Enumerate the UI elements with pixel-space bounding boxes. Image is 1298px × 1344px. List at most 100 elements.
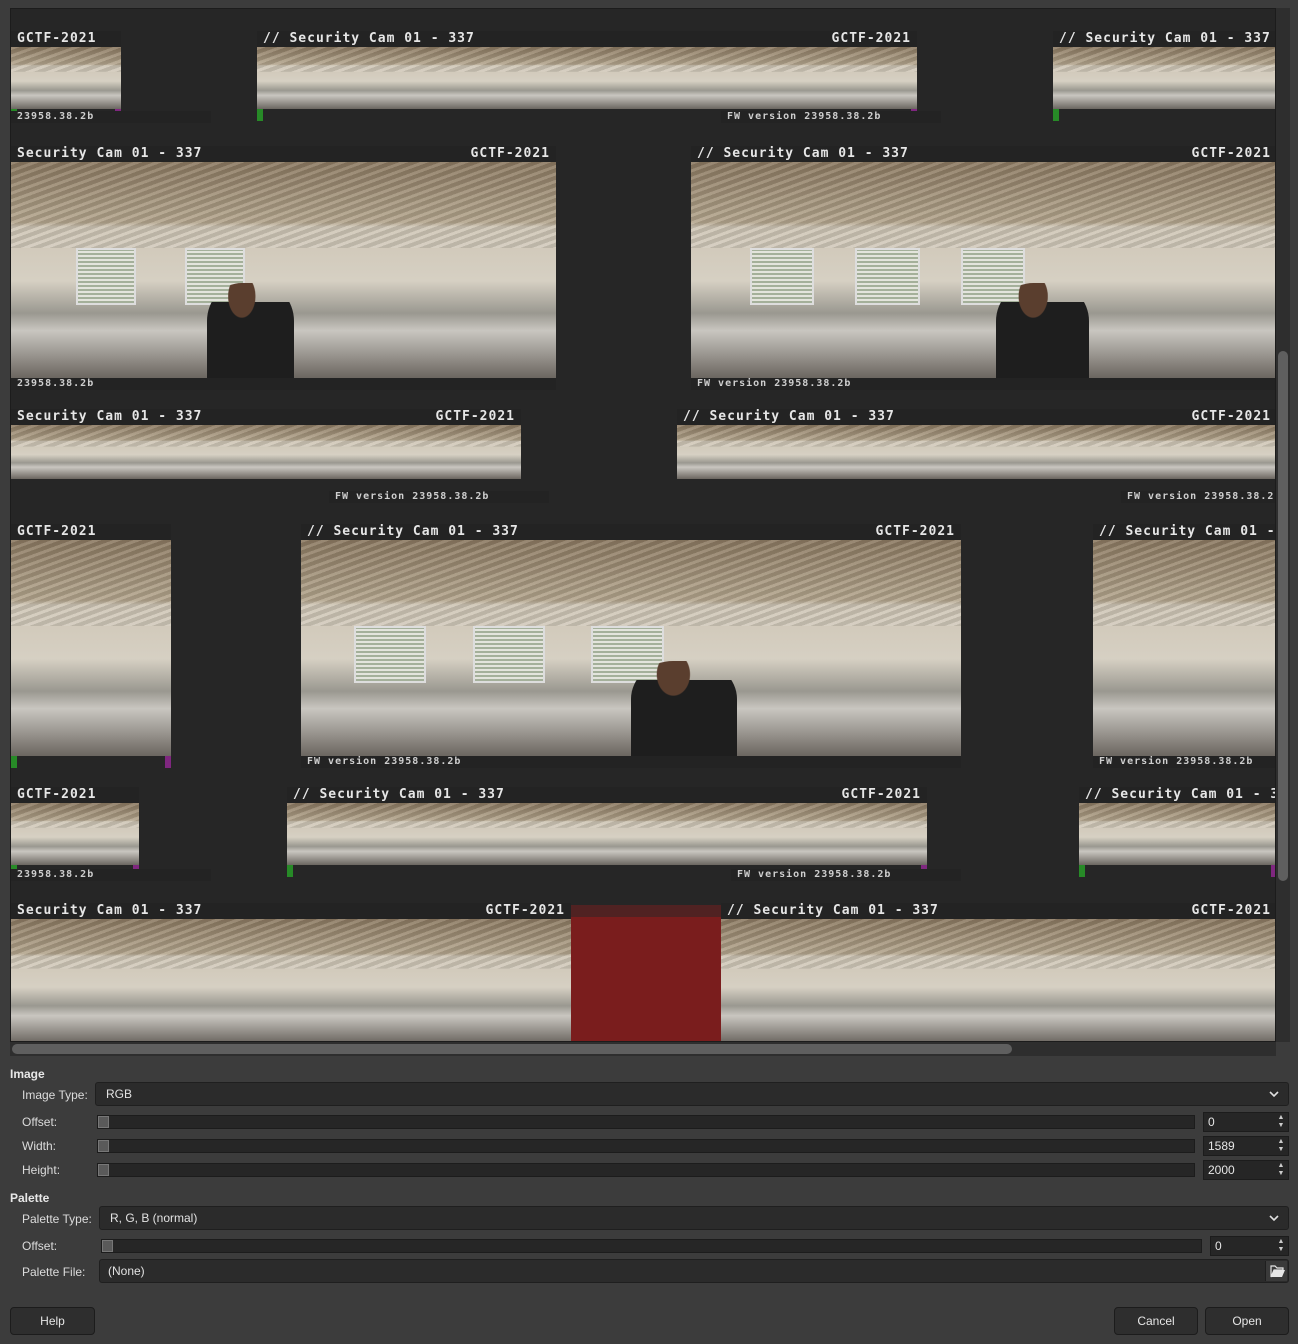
palette-section-title: Palette <box>10 1191 50 1205</box>
overlay-tag: GCTF-2021 <box>435 409 515 424</box>
horizontal-scrollbar[interactable] <box>10 1042 1276 1056</box>
spin-arrows-icon[interactable]: ▲ ▼ <box>1276 1114 1286 1130</box>
image-width-slider[interactable] <box>97 1139 1195 1153</box>
overlay-tag: GCTF-2021 <box>17 787 97 802</box>
overlay-fw: FW version 23958.38.2b <box>737 869 892 880</box>
image-type-select[interactable]: RGB <box>95 1082 1289 1106</box>
overlay-fw: 23958.38.2b <box>17 869 95 880</box>
person-figure <box>207 282 295 378</box>
fw-caption: 23958.38.2b <box>11 109 211 123</box>
overlay-tag: GCTF-2021 <box>1191 409 1271 424</box>
overlay-tag: GCTF-2021 <box>841 787 921 802</box>
preview-tile: // Security Cam 01 - 337 FW version 2395… <box>1093 524 1276 768</box>
palette-file-value: (None) <box>108 1264 145 1278</box>
image-height-slider[interactable] <box>97 1163 1195 1177</box>
palette-offset-slider[interactable] <box>101 1239 1202 1253</box>
overlay-title: // Security Cam 01 - 337 <box>1099 524 1276 539</box>
overlay-title: // Security Cam 01 - 337 <box>727 903 939 918</box>
overlay-tag: GCTF-2021 <box>1191 146 1271 161</box>
overlay-title: // Security Cam 01 - 337 <box>307 524 519 539</box>
preview-tile: // Security Cam 01 - 337 GCTF-2021 <box>721 903 1275 1041</box>
preview-tile: GCTF-2021 <box>11 31 121 121</box>
folder-open-icon <box>1270 1265 1285 1278</box>
image-section-title: Image <box>10 1067 45 1081</box>
slider-handle[interactable] <box>98 1140 109 1152</box>
preview-tile: GCTF-2021 <box>11 787 139 877</box>
palette-file-label: Palette File: <box>22 1265 86 1279</box>
image-height-label: Height: <box>22 1163 61 1177</box>
preview-tile: Security Cam 01 - 337 GCTF-2021 <box>11 409 521 491</box>
slider-handle[interactable] <box>98 1116 109 1128</box>
overlay-fw: FW version 23958.38.2b <box>1127 491 1276 502</box>
preview-tile: Security Cam 01 - 337 GCTF-2021 <box>11 903 571 1041</box>
overlay-fw: FW version 23958.38.2b <box>727 111 882 122</box>
overlay-tag: GCTF-2021 <box>875 524 955 539</box>
preview-tile: // Security Cam 01 - 337 GCTF-2021 FW ver… <box>301 524 961 768</box>
preview-tile: // Security Cam 01 - 337 GCTF-2021 <box>257 31 917 121</box>
image-offset-value: 0 <box>1208 1115 1215 1129</box>
overlay-fw: FW version 23958.38.2b <box>335 491 490 502</box>
spin-arrows-icon[interactable]: ▲ ▼ <box>1276 1162 1286 1178</box>
overlay-fw: 23958.38.2b <box>17 378 95 389</box>
image-width-value: 1589 <box>1208 1139 1235 1153</box>
slider-handle[interactable] <box>98 1164 109 1176</box>
overlay-tag: GCTF-2021 <box>17 524 97 539</box>
image-type-value: RGB <box>106 1087 133 1101</box>
image-preview[interactable]: GCTF-2021 // Security Cam 01 - 337 GCTF-2… <box>10 8 1276 1042</box>
preview-tile: // Security Cam 01 - 337 <box>1079 787 1276 877</box>
overlay-tag: GCTF-2021 <box>17 31 97 46</box>
image-height-spinbox[interactable]: 2000 ▲ ▼ <box>1203 1160 1289 1180</box>
preview-tile: Security Cam 01 - 337 GCTF-2021 23958.38.… <box>11 146 556 390</box>
palette-type-label: Palette Type: <box>22 1212 92 1226</box>
preview-tile: // Security Cam 01 - 337 <box>1053 31 1275 121</box>
overlay-tag: GCTF-2021 <box>485 903 565 918</box>
palette-offset-value: 0 <box>1215 1239 1222 1253</box>
image-type-label: Image Type: <box>22 1088 88 1102</box>
palette-type-value: R, G, B (normal) <box>110 1211 198 1225</box>
help-button[interactable]: Help <box>10 1307 95 1335</box>
slider-handle[interactable] <box>102 1240 113 1252</box>
overlay-tag: GCTF-2021 <box>1191 903 1271 918</box>
overlay-title: // Security Cam 01 - 337 <box>683 409 895 424</box>
palette-offset-spinbox[interactable]: 0 ▲ ▼ <box>1210 1236 1289 1256</box>
preview-tile: // Security Cam 01 - 337 GCTF-2021 <box>287 787 927 877</box>
chevron-down-icon <box>1269 1091 1279 1098</box>
open-button[interactable]: Open <box>1205 1307 1289 1335</box>
vertical-scrollbar[interactable] <box>1276 8 1290 1042</box>
image-offset-spinbox[interactable]: 0 ▲ ▼ <box>1203 1112 1289 1132</box>
overlay-fw: FW version 23958.38.2b <box>1099 756 1254 767</box>
image-width-spinbox[interactable]: 1589 ▲ ▼ <box>1203 1136 1289 1156</box>
overlay-tag: GCTF-2021 <box>470 146 550 161</box>
overlay-fw: 23958.38.2b <box>17 111 95 122</box>
overlay-title: Security Cam 01 - 337 <box>17 903 203 918</box>
overlay-title: // Security Cam 01 - 337 <box>293 787 505 802</box>
overlay-fw: FW version 23958.38.2b <box>307 756 462 767</box>
spin-arrows-icon[interactable]: ▲ ▼ <box>1276 1238 1286 1254</box>
cancel-button[interactable]: Cancel <box>1114 1307 1198 1335</box>
glitch-band <box>571 917 721 1041</box>
fw-caption: FW version 23958.38.2b <box>1121 489 1276 503</box>
overlay-title: Security Cam 01 - 337 <box>17 409 203 424</box>
fw-caption: FW version 23958.38.2b <box>721 109 941 123</box>
overlay-title: // Security Cam 01 - 337 <box>1085 787 1276 802</box>
preview-tile: // Security Cam 01 - 337 GCTF-2021 <box>677 409 1275 491</box>
image-offset-slider[interactable] <box>97 1115 1195 1129</box>
fw-caption: FW version 23958.38.2b <box>731 867 961 881</box>
fw-caption: 23958.38.2b <box>11 867 211 881</box>
palette-type-select[interactable]: R, G, B (normal) <box>99 1206 1289 1230</box>
horizontal-scrollbar-thumb[interactable] <box>12 1044 1012 1054</box>
overlay-title: // Security Cam 01 - 337 <box>1059 31 1271 46</box>
overlay-tag: GCTF-2021 <box>831 31 911 46</box>
overlay-title: Security Cam 01 - 337 <box>17 146 203 161</box>
fw-caption: FW version 23958.38.2b <box>329 489 549 503</box>
spin-arrows-icon[interactable]: ▲ ▼ <box>1276 1138 1286 1154</box>
chevron-down-icon <box>1269 1215 1279 1222</box>
palette-offset-label: Offset: <box>22 1239 58 1253</box>
vertical-scrollbar-thumb[interactable] <box>1278 351 1288 881</box>
image-offset-label: Offset: <box>22 1115 58 1129</box>
preview-tile: // Security Cam 01 - 337 GCTF-2021 FW ver… <box>691 146 1275 390</box>
overlay-fw: FW version 23958.38.2b <box>697 378 852 389</box>
overlay-title: // Security Cam 01 - 337 <box>697 146 909 161</box>
palette-file-field[interactable]: (None) <box>99 1259 1289 1283</box>
browse-file-button[interactable] <box>1265 1261 1287 1281</box>
